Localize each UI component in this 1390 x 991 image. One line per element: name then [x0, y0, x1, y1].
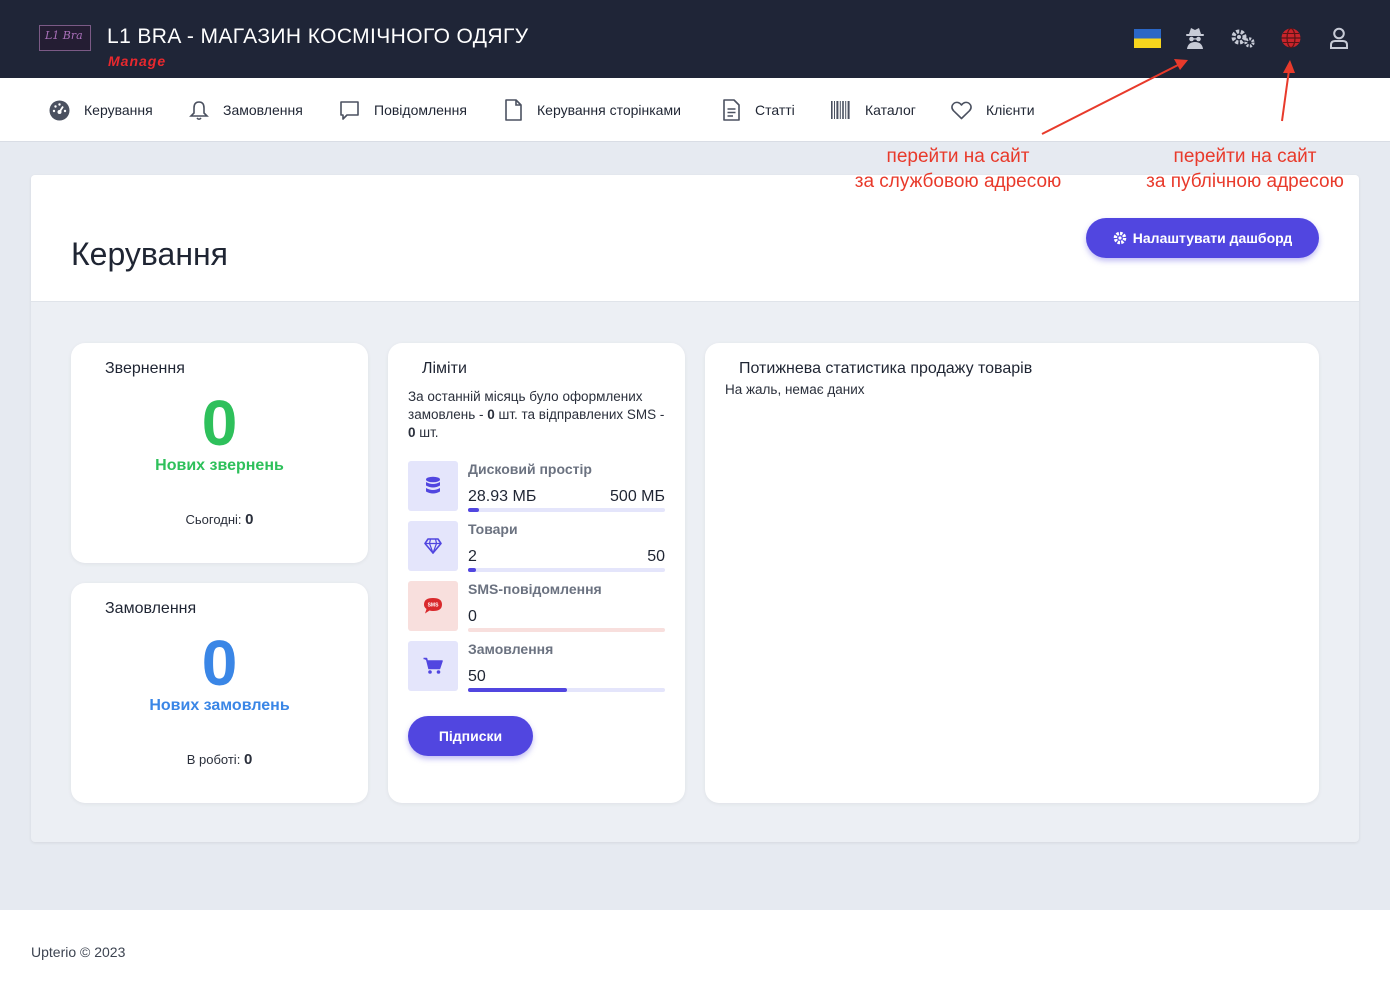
- svg-text:SMS: SMS: [428, 603, 440, 609]
- subscriptions-button[interactable]: Підписки: [408, 716, 533, 756]
- top-bar: L1 Bra L1 BRA - МАГАЗИН КОСМІЧНОГО ОДЯГУ…: [0, 0, 1390, 78]
- orders-title: Замовлення: [105, 600, 197, 617]
- nav-label: Керування сторінками: [537, 102, 681, 118]
- limit-progress-bar: [468, 628, 665, 632]
- bell-icon: [189, 100, 209, 120]
- appeals-title: Звернення: [105, 360, 185, 377]
- limit-progress-bar: [468, 568, 665, 572]
- limits-sms-count: 0: [408, 425, 416, 440]
- barcode-icon: [831, 101, 850, 119]
- nav-label: Повідомлення: [374, 102, 467, 118]
- nav-item-clients[interactable]: Клієнти: [951, 98, 1035, 122]
- nav-label: Статті: [755, 102, 795, 118]
- appeals-today: Сьогодні: 0: [71, 511, 368, 528]
- cart-icon: [408, 641, 458, 691]
- limit-progress-fill: [468, 568, 476, 572]
- footer: Upterio © 2023: [0, 910, 1390, 991]
- limit-progress-bar: [468, 508, 665, 512]
- logo-text: L1 Bra: [45, 29, 83, 42]
- nav-label: Замовлення: [223, 102, 303, 118]
- nav-label: Керування: [84, 102, 153, 118]
- chat-icon: [340, 100, 359, 120]
- orders-label: Нових замовлень: [149, 697, 290, 714]
- dashboard-icon: [49, 100, 70, 120]
- appeals-count: 0: [201, 387, 238, 459]
- limit-name: Товари: [468, 521, 518, 537]
- limit-value: 2: [468, 548, 477, 565]
- gears-icon[interactable]: [1229, 26, 1257, 50]
- limit-name: Замовлення: [468, 641, 554, 657]
- limit-value: 28.93 МБ: [468, 488, 537, 505]
- limit-row-sms: SMS SMS-повідомлення 0: [408, 581, 665, 633]
- user-icon[interactable]: [1325, 26, 1353, 50]
- nav-label: Каталог: [865, 102, 916, 118]
- dashboard-panel: Керування Налаштувати дашборд Звернення …: [31, 175, 1359, 842]
- app-title: L1 BRA - МАГАЗИН КОСМІЧНОГО ОДЯГУ: [107, 25, 529, 48]
- nav-item-orders[interactable]: Замовлення: [189, 98, 303, 122]
- nav-item-catalog[interactable]: Каталог: [830, 98, 916, 122]
- nav-item-messages[interactable]: Повідомлення: [339, 98, 467, 122]
- orders-count: 0: [201, 627, 238, 699]
- configure-dashboard-label: Налаштувати дашборд: [1132, 230, 1293, 246]
- gear-icon: [1113, 231, 1127, 245]
- spy-icon[interactable]: [1181, 26, 1209, 50]
- nav-item-dashboard[interactable]: Керування: [49, 98, 153, 122]
- limit-progress-fill: [468, 688, 567, 692]
- appeals-card: Звернення 0 Нових звернень Сьогодні: 0: [71, 343, 368, 563]
- limit-max: 500 МБ: [610, 488, 665, 505]
- limit-value: 50: [468, 668, 486, 685]
- article-icon: [723, 99, 740, 121]
- annotation-public-line2: за публічною адресою: [1146, 171, 1344, 192]
- weekly-stats-empty: На жаль, немає даних: [725, 382, 865, 397]
- orders-card: Замовлення 0 Нових замовлень В роботі: 0: [71, 583, 368, 803]
- page-title: Керування: [71, 236, 228, 272]
- limits-text: За останній місяць було оформлених замов…: [408, 388, 668, 442]
- limit-row-products: Товари 2 50: [408, 521, 665, 573]
- configure-dashboard-button[interactable]: Налаштувати дашборд: [1086, 218, 1319, 258]
- limit-name: SMS-повідомлення: [468, 581, 602, 597]
- orders-in-work-label: В роботі:: [186, 752, 241, 767]
- ukraine-flag-icon[interactable]: [1133, 26, 1161, 50]
- main-nav: Керування Замовлення Повідомлення Керува…: [0, 78, 1390, 142]
- app-subtitle: Manage: [108, 53, 167, 69]
- sms-icon: SMS: [408, 581, 458, 631]
- limit-row-disk: Дисковий простір 28.93 МБ 500 МБ: [408, 461, 665, 513]
- logo[interactable]: L1 Bra: [39, 25, 91, 51]
- globe-icon[interactable]: [1277, 26, 1305, 50]
- nav-item-articles[interactable]: Статті: [722, 98, 795, 122]
- limits-text-suffix: шт.: [415, 425, 439, 440]
- appeals-today-label: Сьогодні:: [185, 512, 242, 527]
- annotation-service-line1: перейти на сайт: [886, 146, 1030, 167]
- orders-in-work: В роботі: 0: [71, 751, 368, 768]
- appeals-today-value: 0: [245, 511, 254, 528]
- footer-copyright: Upterio © 2023: [31, 944, 126, 960]
- annotation-public-address: перейти на сайт за публічною адресою: [1130, 144, 1360, 194]
- database-icon: [408, 461, 458, 511]
- annotation-service-address: перейти на сайт за службовою адресою: [838, 144, 1078, 194]
- nav-label: Клієнти: [986, 102, 1035, 118]
- limits-text-middle: шт. та відправлених SMS -: [494, 407, 665, 422]
- panel-header: Керування Налаштувати дашборд: [31, 175, 1359, 302]
- weekly-stats-title: Потижнева статистика продажу товарів: [739, 360, 1033, 377]
- nav-item-pages[interactable]: Керування сторінками: [504, 98, 681, 122]
- limits-orders-count: 0: [487, 407, 495, 422]
- annotation-service-line2: за службовою адресою: [854, 171, 1062, 192]
- limit-row-orders: Замовлення 50: [408, 641, 665, 693]
- limit-value: 0: [468, 608, 477, 625]
- limit-progress-fill: [468, 508, 480, 512]
- heart-icon: [951, 101, 972, 119]
- weekly-stats-card: Потижнева статистика продажу товарів На …: [705, 343, 1319, 803]
- limits-card: Ліміти За останній місяць було оформлени…: [388, 343, 685, 803]
- limit-progress-bar: [468, 688, 665, 692]
- appeals-label: Нових звернень: [155, 457, 284, 474]
- limit-max: 50: [647, 548, 665, 565]
- annotation-public-line1: перейти на сайт: [1173, 146, 1317, 167]
- orders-in-work-value: 0: [243, 751, 253, 768]
- page-icon: [505, 99, 522, 121]
- limits-title: Ліміти: [422, 360, 467, 377]
- diamond-icon: [408, 521, 458, 571]
- limit-name: Дисковий простір: [468, 461, 592, 477]
